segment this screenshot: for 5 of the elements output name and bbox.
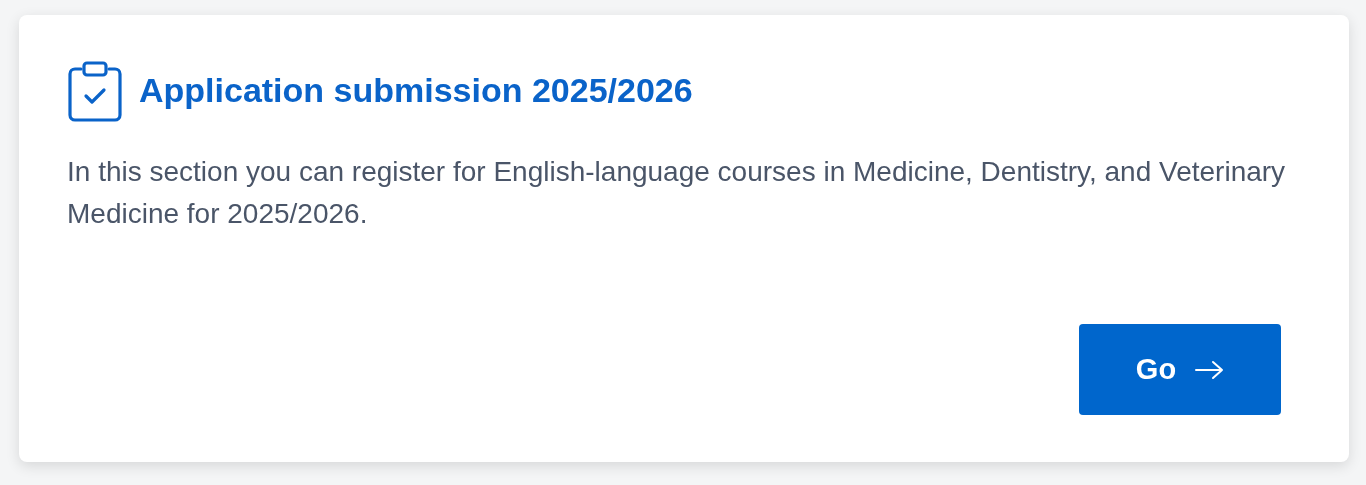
arrow-right-icon — [1194, 359, 1225, 380]
card-title: Application submission 2025/2026 — [139, 73, 693, 107]
card-description: In this section you can register for English-language courses in Medicine, Dentistry, and Veterinary Medicine for 2025/2026. — [67, 155, 1287, 231]
clipboard-check-icon — [67, 61, 123, 123]
go-button[interactable]: Go — [1079, 324, 1281, 415]
